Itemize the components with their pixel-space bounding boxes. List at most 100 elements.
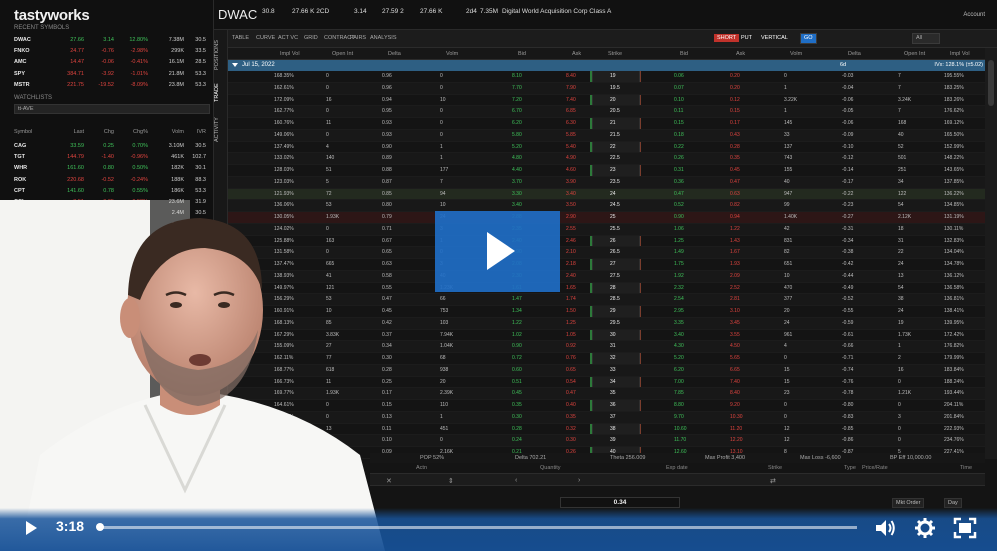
quantity-stepper-icon[interactable]: ⇕ bbox=[448, 477, 454, 485]
call-ask[interactable]: 2.40 bbox=[566, 273, 576, 279]
put-ask[interactable]: 3.55 bbox=[730, 332, 740, 338]
call-bid[interactable]: 0.51 bbox=[512, 379, 522, 385]
put-ask[interactable]: 11.20 bbox=[730, 426, 742, 432]
tab-trade[interactable]: TRADE bbox=[214, 78, 228, 108]
layout-analysis-button[interactable]: ANALYSIS bbox=[370, 35, 397, 41]
call-bid[interactable]: 0.35 bbox=[512, 402, 522, 408]
type-swap-icon[interactable]: ⇄ bbox=[770, 477, 776, 485]
put-bid[interactable]: 0.06 bbox=[674, 73, 684, 79]
scroll-thumb[interactable] bbox=[988, 60, 994, 106]
column-header[interactable]: Volm bbox=[148, 129, 184, 135]
call-bid[interactable]: 6.20 bbox=[512, 120, 522, 126]
watchlist-select[interactable]: tt-AVE bbox=[14, 104, 210, 114]
call-bid[interactable]: 7.70 bbox=[512, 85, 522, 91]
strike-column-header[interactable]: Strike bbox=[608, 51, 622, 57]
put-bid[interactable]: 3.35 bbox=[674, 320, 684, 326]
call-column-header[interactable]: Open Int bbox=[332, 51, 353, 57]
call-ask[interactable]: 8.40 bbox=[566, 73, 576, 79]
put-ask[interactable]: 3.10 bbox=[730, 308, 740, 314]
call-bid[interactable]: 1.02 bbox=[512, 332, 522, 338]
put-ask[interactable]: 5.65 bbox=[730, 355, 740, 361]
put-ask[interactable]: 0.20 bbox=[730, 85, 740, 91]
put-bid[interactable]: 2.32 bbox=[674, 285, 684, 291]
call-bid[interactable]: 1.47 bbox=[512, 296, 522, 302]
put-ask[interactable]: 0.47 bbox=[730, 179, 740, 185]
put-bid[interactable]: 4.30 bbox=[674, 343, 684, 349]
put-bid[interactable]: 0.52 bbox=[674, 202, 684, 208]
exp-left-arrow-icon[interactable]: ‹ bbox=[515, 477, 517, 484]
put-ask[interactable]: 0.17 bbox=[730, 120, 740, 126]
put-bid[interactable]: 3.40 bbox=[674, 332, 684, 338]
list-item[interactable]: CPT 141.60 0.78 0.55% 186K 53.3 bbox=[14, 185, 210, 196]
limit-price-field[interactable]: 0.34 bbox=[560, 497, 680, 508]
put-ask[interactable]: 3.45 bbox=[730, 320, 740, 326]
put-bid[interactable]: 0.36 bbox=[674, 179, 684, 185]
column-header[interactable]: Symbol bbox=[14, 129, 50, 135]
put-ask[interactable]: 4.50 bbox=[730, 343, 740, 349]
call-bid[interactable]: 0.45 bbox=[512, 390, 522, 396]
call-ask[interactable]: 7.40 bbox=[566, 97, 576, 103]
call-bid[interactable]: 1.34 bbox=[512, 308, 522, 314]
call-ask[interactable]: 5.85 bbox=[566, 132, 576, 138]
put-ask[interactable]: 0.82 bbox=[730, 202, 740, 208]
put-bid[interactable]: 9.70 bbox=[674, 414, 684, 420]
column-header[interactable]: Last bbox=[50, 129, 84, 135]
call-bid[interactable]: 0.72 bbox=[512, 355, 522, 361]
strikes-dropdown[interactable]: All bbox=[912, 33, 940, 44]
call-column-header[interactable]: Bid bbox=[518, 51, 526, 57]
exp-right-arrow-icon[interactable]: › bbox=[578, 477, 580, 484]
call-ask[interactable]: 4.90 bbox=[566, 155, 576, 161]
list-item[interactable]: SPY 384.71 -3.92 -1.01% 21.8M 53.3 bbox=[14, 68, 210, 79]
account-menu[interactable]: Account bbox=[963, 12, 985, 18]
put-ask[interactable]: 8.40 bbox=[730, 390, 740, 396]
option-chain-row[interactable]: 149.06% 0 0.93 0 5.80 5.85 21.5 0.18 0.43 33 -0.09… bbox=[228, 129, 985, 142]
call-bid[interactable]: 0.24 bbox=[512, 437, 522, 443]
put-bid[interactable]: 2.54 bbox=[674, 296, 684, 302]
option-chain-row[interactable]: 121.93% 72 0.85 94 3.30 3.40 24 0.47 0.63 947 -0.2… bbox=[228, 188, 985, 201]
put-ask[interactable]: 0.35 bbox=[730, 155, 740, 161]
call-ask[interactable]: 3.50 bbox=[566, 202, 576, 208]
call-bid[interactable]: 4.40 bbox=[512, 167, 522, 173]
put-ask[interactable]: 2.81 bbox=[730, 296, 740, 302]
option-chain-row[interactable]: 162.77% 0 0.95 0 6.70 6.85 20.5 0.11 0.15 1 -0.05 7… bbox=[228, 106, 985, 119]
option-chain-row[interactable]: 168.35% 0 0.96 0 8.10 8.40 19 0.06 0.20 0 -0.03 7 19… bbox=[228, 71, 985, 83]
call-ask[interactable]: 1.50 bbox=[566, 308, 576, 314]
put-ask[interactable]: 1.43 bbox=[730, 238, 740, 244]
put-ask[interactable]: 10.30 bbox=[730, 414, 743, 420]
call-bid[interactable]: 3.70 bbox=[512, 179, 522, 185]
short-button[interactable]: SHORT bbox=[714, 34, 740, 42]
put-ask[interactable]: 2.52 bbox=[730, 285, 740, 291]
put-ask[interactable]: 0.12 bbox=[730, 97, 740, 103]
call-ask[interactable]: 2.46 bbox=[566, 238, 576, 244]
put-ask[interactable]: 1.67 bbox=[730, 249, 740, 255]
put-bid[interactable]: 7.00 bbox=[674, 379, 684, 385]
call-ask[interactable]: 0.32 bbox=[566, 426, 576, 432]
list-item[interactable]: CAG 33.59 0.25 0.70% 3.10M 30.5 bbox=[14, 140, 210, 151]
put-bid[interactable]: 6.20 bbox=[674, 367, 684, 373]
put-bid[interactable]: 0.31 bbox=[674, 167, 684, 173]
put-column-header[interactable]: Bid bbox=[680, 51, 688, 57]
list-item[interactable]: TGT 144.79 -1.40 -0.96% 461K 102.7 bbox=[14, 151, 210, 162]
volume-icon[interactable] bbox=[874, 518, 896, 538]
put-column-header[interactable]: Volm bbox=[790, 51, 802, 57]
call-bid[interactable]: 3.30 bbox=[512, 191, 522, 197]
put-ask[interactable]: 0.63 bbox=[730, 191, 740, 197]
layout-curve-button[interactable]: CURVE bbox=[256, 35, 275, 41]
put-bid[interactable]: 1.92 bbox=[674, 273, 684, 279]
list-item[interactable]: ROK 220.68 -0.52 -0.24% 188K 88.3 bbox=[14, 174, 210, 185]
list-item[interactable]: AMC 14.47 -0.06 -0.41% 16.1M 28.5 bbox=[14, 57, 210, 68]
put-ask[interactable]: 0.94 bbox=[730, 214, 740, 220]
option-chain-row[interactable]: 137.49% 4 0.90 1 5.20 5.40 22 0.22 0.28 137 -0.10 5… bbox=[228, 142, 985, 154]
put-bid[interactable]: 0.47 bbox=[674, 191, 684, 197]
put-ask[interactable]: 9.20 bbox=[730, 402, 740, 408]
option-chain-row[interactable]: 162.61% 0 0.96 0 7.70 7.90 19.5 0.07 0.20 1 -0.04 7… bbox=[228, 82, 985, 95]
play-button-overlay[interactable] bbox=[435, 211, 560, 292]
put-bid[interactable]: 0.07 bbox=[674, 85, 684, 91]
call-bid[interactable]: 8.10 bbox=[512, 73, 522, 79]
list-item[interactable]: DWAC 27.66 3.14 12.80% 7.38M 30.5 bbox=[14, 34, 210, 45]
call-ask[interactable]: 0.54 bbox=[566, 379, 576, 385]
call-ask[interactable]: 2.10 bbox=[566, 249, 576, 255]
put-bid[interactable]: 0.10 bbox=[674, 97, 684, 103]
column-header[interactable]: Chg bbox=[84, 129, 114, 135]
list-item[interactable]: FNKO 24.77 -0.76 -2.98% 299K 33.5 bbox=[14, 45, 210, 56]
